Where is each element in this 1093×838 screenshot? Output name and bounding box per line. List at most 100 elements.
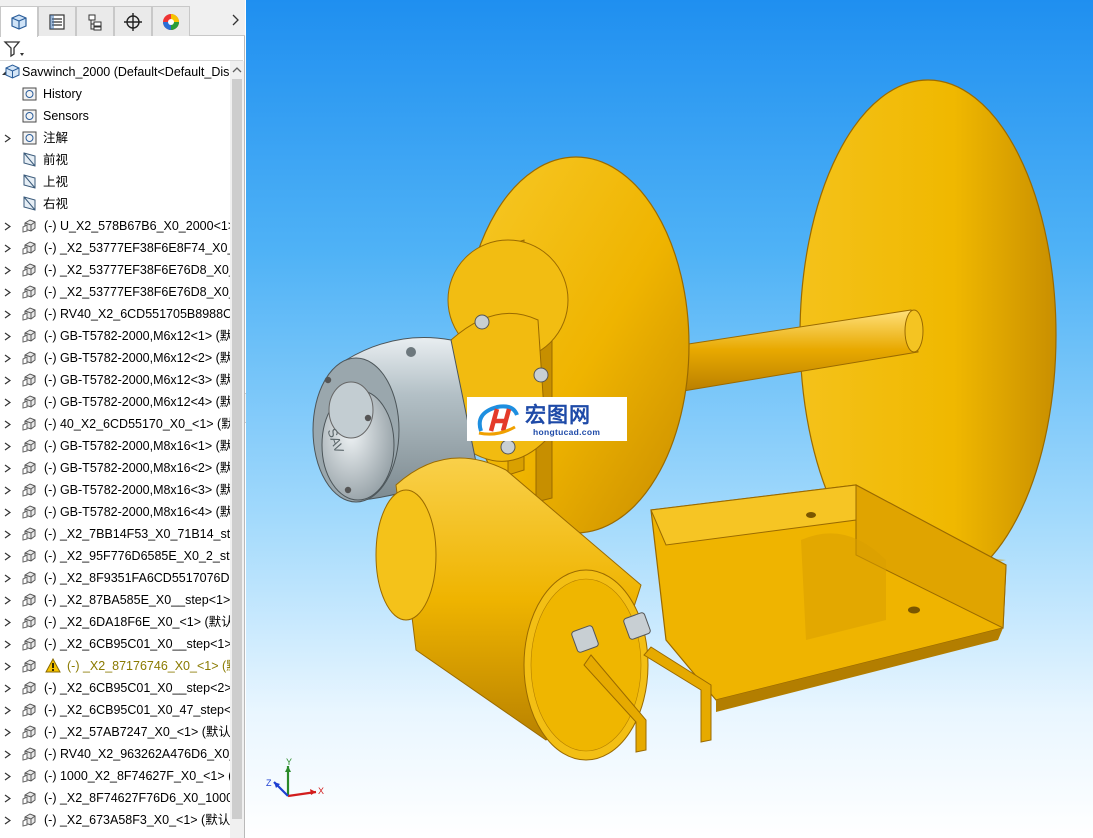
tree-item-plane[interactable]: 右视 [0, 193, 230, 215]
triad-z-label: Z [266, 778, 272, 788]
display-manager-tab[interactable] [152, 6, 190, 36]
expand-arrow-icon[interactable] [2, 397, 12, 407]
tree-item-label: (-) GB-T5782-2000,M8x16<2> (默 [44, 461, 230, 475]
tree-component-item[interactable]: (-) GB-T5782-2000,M6x12<1> (默 [0, 325, 230, 347]
tree-component-item[interactable]: (-) GB-T5782-2000,M8x16<2> (默 [0, 457, 230, 479]
part-icon [22, 261, 39, 278]
part-icon [22, 503, 39, 520]
configuration-manager-tab[interactable] [76, 6, 114, 36]
tree-component-item[interactable]: (-) RV40_X2_963262A476D6_X0_2 [0, 743, 230, 765]
expand-arrow-icon[interactable] [2, 463, 12, 473]
tree-item-plane[interactable]: 前视 [0, 149, 230, 171]
part-icon [22, 371, 39, 388]
expand-arrow-icon[interactable] [2, 661, 12, 671]
tree-component-item[interactable]: (-) _X2_95F776D6585E_X0_2_step [0, 545, 230, 567]
filter-icon[interactable] [3, 40, 25, 58]
tree-component-item[interactable]: (-) _X2_6CB95C01_X0__step<1> ( [0, 633, 230, 655]
part-icon [22, 327, 39, 344]
tree-component-item[interactable]: (-) _X2_87176746_X0_<1> (默 [0, 655, 230, 677]
expand-arrow-icon[interactable] [2, 243, 12, 253]
expand-arrow-icon[interactable] [2, 727, 12, 737]
expand-arrow-icon[interactable] [2, 375, 12, 385]
tree-item-label: (-) _X2_57AB7247_X0_<1> (默认< [44, 725, 230, 739]
winch-3d-model[interactable]: SAV [246, 0, 1093, 838]
tree-component-item[interactable]: (-) _X2_6CB95C01_X0_47_step<1 [0, 699, 230, 721]
expand-arrow-icon[interactable] [2, 419, 12, 429]
tree-component-item[interactable]: (-) _X2_6DA18F6E_X0_<1> (默认< [0, 611, 230, 633]
tree-item-label: (-) 40_X2_6CD55170_X0_<1> (默认 [44, 417, 230, 431]
tree-component-item[interactable]: (-) GB-T5782-2000,M8x16<1> (默 [0, 435, 230, 457]
tree-root[interactable]: Savwinch_2000 (Default<Default_Dis [0, 61, 230, 83]
expand-arrow-icon[interactable] [2, 133, 12, 143]
expand-arrow-icon[interactable] [2, 705, 12, 715]
tree-component-item[interactable]: (-) RV40_X2_6CD551705B8988C5 [0, 303, 230, 325]
tree-item-label: (-) GB-T5782-2000,M6x12<4> (默 [44, 395, 230, 409]
tree-item-plane[interactable]: 上视 [0, 171, 230, 193]
property-manager-tab[interactable] [38, 6, 76, 36]
tree-item-annotations[interactable]: 注解 [0, 127, 230, 149]
tree-scrollbar[interactable] [230, 61, 244, 838]
expand-arrow-icon[interactable] [2, 639, 12, 649]
annotations-icon [21, 129, 38, 146]
expand-arrow-icon[interactable] [2, 331, 12, 341]
tree-component-item[interactable]: (-) U_X2_578B67B6_X0_2000<1> ( [0, 215, 230, 237]
tree-component-item[interactable]: (-) _X2_8F74627F76D6_X0_1000< [0, 787, 230, 809]
expand-arrow-icon[interactable] [2, 815, 12, 825]
expand-arrow-icon[interactable] [2, 793, 12, 803]
tree-component-item[interactable]: (-) GB-T5782-2000,M8x16<3> (默 [0, 479, 230, 501]
expand-arrow-icon[interactable] [2, 749, 12, 759]
tree-component-item[interactable]: (-) _X2_53777EF38F6E76D8_X0_< [0, 259, 230, 281]
feature-tree-tab[interactable] [0, 6, 38, 37]
expand-arrow-icon[interactable] [2, 771, 12, 781]
expand-arrow-icon[interactable] [2, 573, 12, 583]
watermark-subtitle: hongtucad.com [533, 427, 601, 437]
tree-component-item[interactable]: (-) _X2_673A58F3_X0_<1> (默认< [0, 809, 230, 831]
part-icon [22, 701, 39, 718]
history-icon [21, 85, 38, 102]
tree-component-item[interactable]: (-) GB-T5782-2000,M6x12<3> (默 [0, 369, 230, 391]
tree-item-label: (-) GB-T5782-2000,M8x16<4> (默 [44, 505, 230, 519]
tree-item-sensors[interactable]: Sensors [0, 105, 230, 127]
tree-component-item[interactable]: (-) GB-T5782-2000,M6x12<2> (默 [0, 347, 230, 369]
expand-arrow-icon[interactable] [2, 595, 12, 605]
expand-arrow-icon[interactable] [2, 309, 12, 319]
expand-arrow-icon[interactable] [2, 287, 12, 297]
expand-arrow-icon[interactable] [2, 551, 12, 561]
expand-arrow-icon[interactable] [2, 353, 12, 363]
graphics-area[interactable]: SAV 宏图网 hongtucad.com Y X Z [246, 0, 1093, 838]
expand-arrow-icon[interactable] [2, 485, 12, 495]
expand-arrow-icon[interactable] [2, 617, 12, 627]
tree-component-item[interactable]: (-) 1000_X2_8F74627F_X0_<1> (默 [0, 765, 230, 787]
scroll-up-icon[interactable] [232, 65, 242, 75]
part-icon [22, 283, 39, 300]
tree-component-item[interactable]: (-) _X2_87BA585E_X0__step<1> ( [0, 589, 230, 611]
expand-arrow-icon[interactable] [2, 507, 12, 517]
tree-item-label: (-) U_X2_578B67B6_X0_2000<1> ( [44, 219, 230, 233]
dimxpert-tab[interactable] [114, 6, 152, 36]
tree-component-item[interactable]: (-) _X2_8F9351FA6CD5517076D6 [0, 567, 230, 589]
scroll-thumb[interactable] [232, 79, 242, 819]
expand-arrow-icon[interactable] [2, 529, 12, 539]
part-icon [22, 811, 39, 828]
expand-arrow-icon[interactable] [2, 221, 12, 231]
tree-component-item[interactable]: (-) _X2_53777EF38F6E76D8_X0_< [0, 281, 230, 303]
part-icon [22, 635, 39, 652]
tree-component-item[interactable]: (-) GB-T5782-2000,M8x16<4> (默 [0, 501, 230, 523]
tree-component-item[interactable]: (-) GB-T5782-2000,M6x12<4> (默 [0, 391, 230, 413]
part-icon [22, 657, 39, 674]
expand-arrow-icon[interactable] [2, 441, 12, 451]
expand-arrow-icon[interactable] [2, 683, 12, 693]
tree-component-item[interactable]: (-) _X2_6CB95C01_X0__step<2> ( [0, 677, 230, 699]
tree-component-item[interactable]: (-) _X2_53777EF38F6E8F74_X0_< [0, 237, 230, 259]
tree-item-history[interactable]: History [0, 83, 230, 105]
tree-component-item[interactable]: (-) _X2_7BB14F53_X0_71B14_step [0, 523, 230, 545]
triad-y-label: Y [286, 758, 292, 767]
tree-component-item[interactable]: (-) 40_X2_6CD55170_X0_<1> (默认 [0, 413, 230, 435]
part-icon [22, 745, 39, 762]
tabs-scroll-right-icon[interactable] [228, 12, 242, 28]
part-icon [22, 459, 39, 476]
expand-arrow-icon[interactable] [2, 265, 12, 275]
feature-filter-bar[interactable] [0, 37, 243, 61]
tree-component-item[interactable]: (-) _X2_57AB7247_X0_<1> (默认< [0, 721, 230, 743]
hongtu-logo-icon [477, 404, 519, 436]
